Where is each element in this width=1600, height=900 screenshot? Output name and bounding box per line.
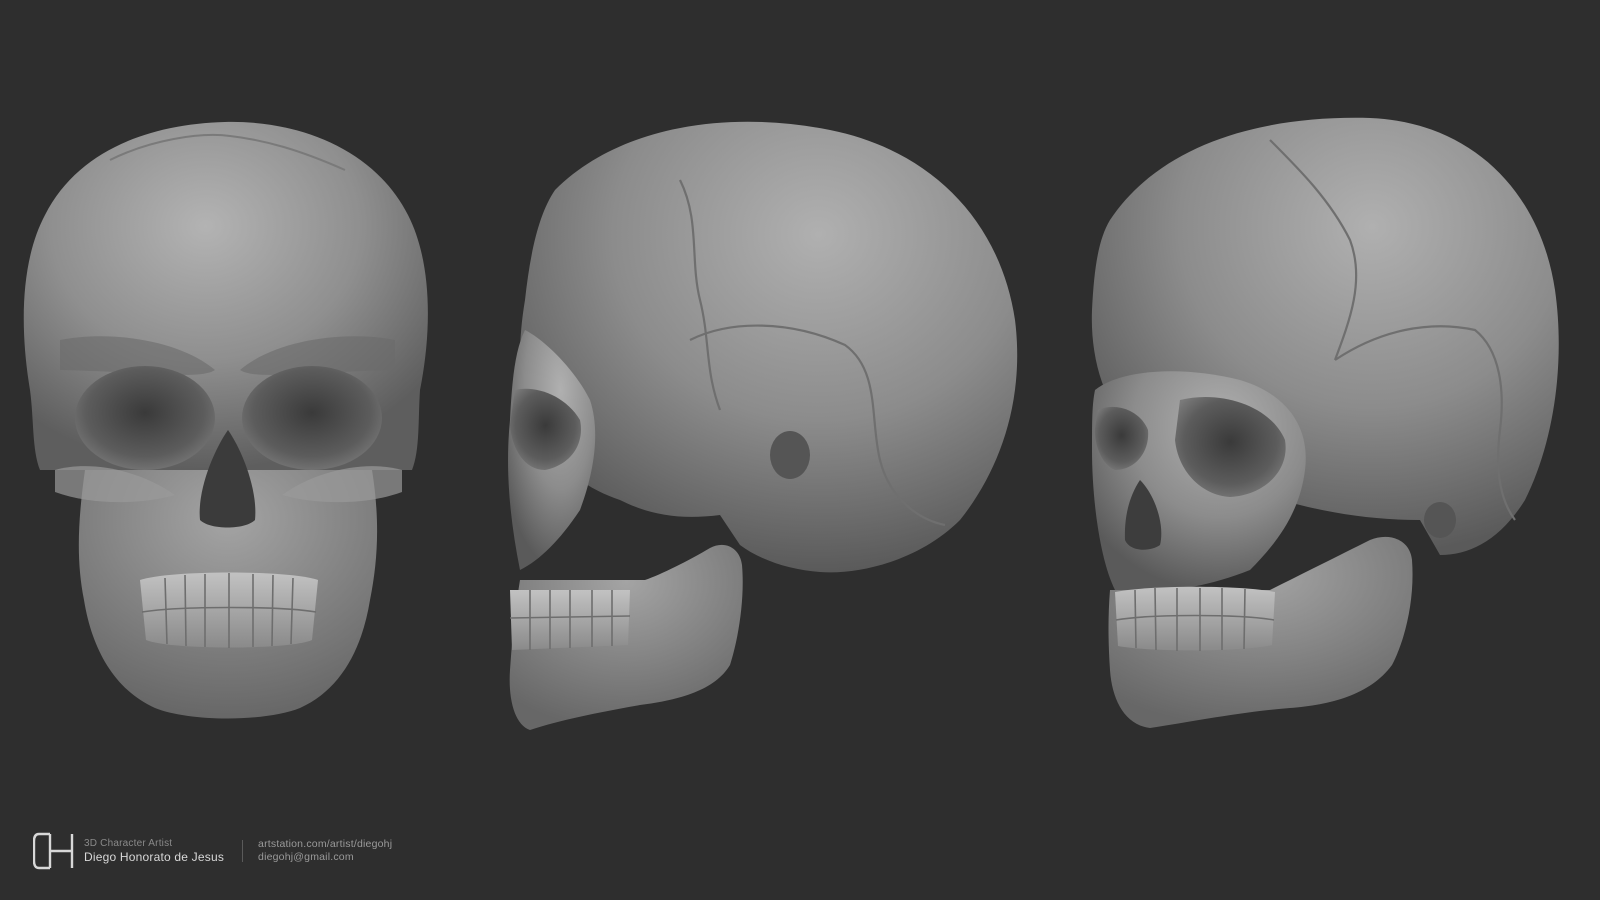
render-canvas: 3D Character Artist Diego Honorato de Je… — [0, 0, 1600, 900]
tq-ear-opening — [1424, 502, 1456, 538]
dh-monogram-icon — [33, 832, 74, 870]
artist-credit: 3D Character Artist Diego Honorato de Je… — [33, 831, 392, 871]
artist-role: 3D Character Artist — [84, 838, 173, 849]
artist-block: 3D Character Artist Diego Honorato de Je… — [84, 837, 224, 865]
side-cranium — [520, 121, 1018, 573]
tq-teeth — [1115, 586, 1275, 651]
contact-block: artstation.com/artist/diegohj diegohj@gm… — [258, 838, 392, 864]
skull-three-quarter-view — [1091, 117, 1559, 728]
credit-divider — [242, 840, 244, 862]
front-eye-socket-right — [242, 366, 382, 470]
artstation-link[interactable]: artstation.com/artist/diegohj — [258, 838, 392, 851]
side-ear-opening — [770, 431, 810, 479]
email-address[interactable]: diegohj@gmail.com — [258, 851, 392, 864]
skull-front-view — [23, 121, 428, 719]
skull-renders — [23, 117, 1559, 730]
skull-side-view — [508, 121, 1018, 730]
artist-name: Diego Honorato de Jesus — [84, 850, 225, 864]
front-eye-socket-left — [75, 366, 215, 470]
